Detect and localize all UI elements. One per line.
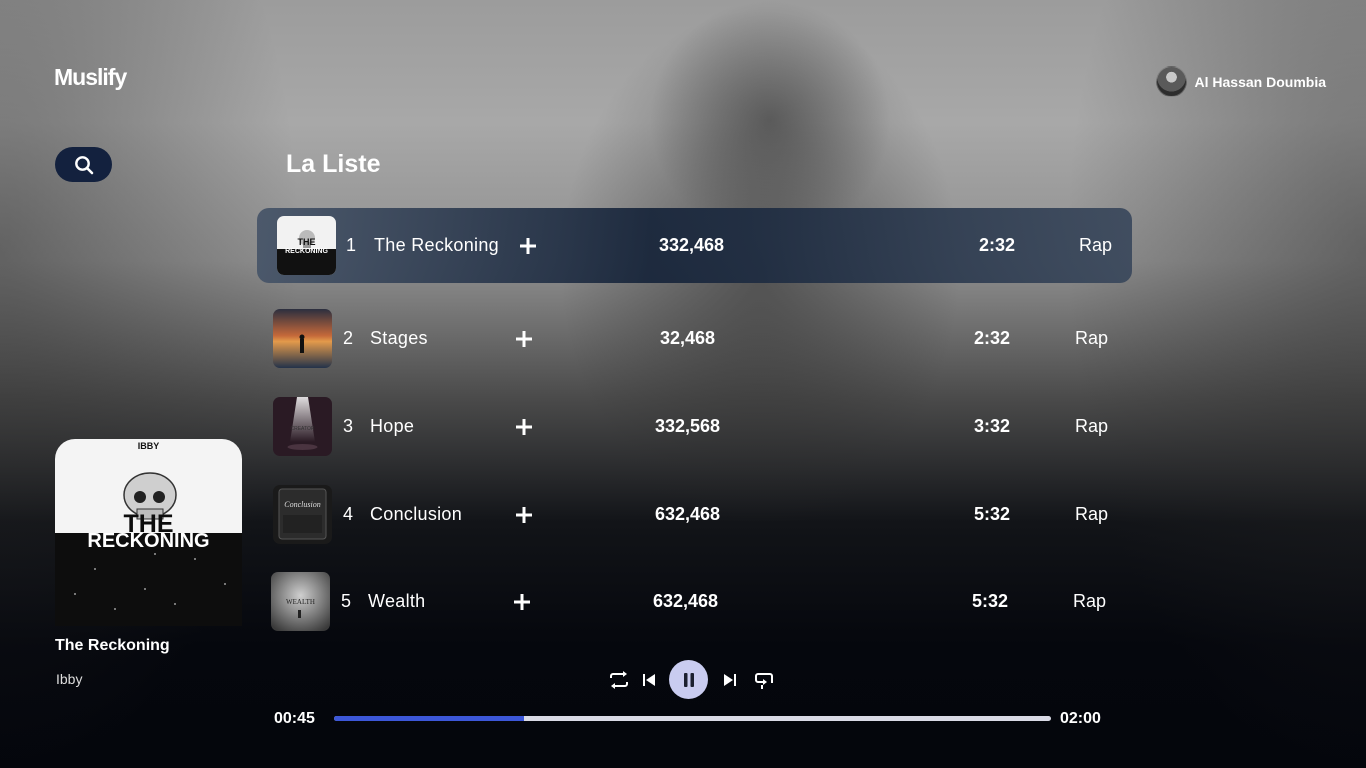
cover-text-wealth: WEALTH (286, 598, 315, 606)
cover-text-line2: RECKONING (285, 248, 328, 255)
track-genre: Rap (1079, 235, 1113, 255)
avatar[interactable] (1155, 66, 1187, 97)
now-cover-line2: RECKONING (87, 530, 209, 552)
app-logo[interactable]: Muslify (54, 64, 127, 91)
track-row-1[interactable]: THE RECKONING 1 The Reckoning 332,468 2:… (257, 208, 1132, 283)
now-cover-artist: IBBY (138, 441, 160, 451)
track-plays: 332,568 (655, 416, 721, 436)
next-button[interactable] (708, 660, 752, 699)
now-playing-cover[interactable]: IBBY THE RECKONING (55, 439, 242, 626)
add-icon[interactable] (515, 330, 533, 348)
user-menu[interactable]: Al Hassan Doumbia (1155, 66, 1326, 97)
page-title: La Liste (286, 150, 381, 178)
track-title[interactable]: Wealth (368, 591, 426, 612)
track-row-2[interactable]: 2 Stages 32,468 2:32 Rap (253, 301, 1128, 376)
track-row-4[interactable]: Conclusion 4 Conclusion 632,468 5:32 Rap (253, 477, 1128, 552)
previous-button[interactable] (632, 660, 666, 699)
cover-conclusion: Conclusion (273, 485, 332, 544)
background-vignette (0, 0, 1366, 768)
track-genre: Rap (1075, 328, 1109, 348)
track-duration: 5:32 (974, 504, 1011, 524)
elapsed-time: 00:45 (274, 710, 315, 727)
shuffle-button[interactable] (606, 660, 632, 699)
track-title[interactable]: The Reckoning (374, 235, 499, 256)
user-name: Al Hassan Doumbia (1194, 73, 1326, 90)
track-number: 5 (341, 591, 352, 611)
track-title[interactable]: Hope (370, 416, 414, 437)
track-title[interactable]: Stages (370, 328, 428, 349)
track-duration: 2:32 (979, 235, 1016, 255)
search-button[interactable] (55, 147, 112, 182)
repeat-icon (610, 670, 628, 689)
search-icon (74, 155, 93, 174)
track-genre: Rap (1075, 416, 1109, 436)
track-row-5[interactable]: WEALTH 5 Wealth 632,468 5:32 Rap (251, 564, 1126, 639)
track-title[interactable]: Conclusion (370, 504, 462, 525)
cover-text-hope: CREATOR (291, 426, 315, 432)
track-duration: 5:32 (972, 591, 1009, 611)
repeat-one-icon (755, 672, 773, 689)
progress-fill (334, 716, 524, 721)
cover-text-conclusion: Conclusion (284, 500, 320, 509)
track-duration: 3:32 (974, 416, 1011, 436)
skip-previous-icon (643, 673, 655, 686)
track-genre: Rap (1073, 591, 1107, 611)
track-plays: 632,468 (653, 591, 719, 611)
progress-bar[interactable] (334, 716, 1051, 721)
track-row-3[interactable]: CREATOR 3 Hope 332,568 3:32 Rap (253, 389, 1128, 464)
pause-button[interactable] (669, 660, 708, 699)
now-playing-title: The Reckoning (55, 637, 170, 654)
track-number: 1 (346, 235, 357, 255)
total-time: 02:00 (1060, 710, 1101, 727)
now-playing-artist[interactable]: Ibby (56, 671, 82, 687)
track-plays: 332,468 (659, 235, 725, 255)
cover-hope: CREATOR (273, 397, 332, 456)
track-plays: 32,468 (660, 328, 716, 348)
track-number: 4 (343, 504, 354, 524)
track-plays: 632,468 (655, 504, 721, 524)
track-number: 3 (343, 416, 354, 436)
add-icon[interactable] (519, 237, 537, 255)
cover-text-line1: THE (298, 237, 316, 247)
add-icon[interactable] (515, 418, 533, 436)
skip-next-icon (724, 673, 736, 686)
repeat-one-button[interactable] (752, 660, 776, 699)
player-controls (606, 660, 776, 699)
add-icon[interactable] (515, 506, 533, 524)
cover-wealth: WEALTH (271, 572, 330, 631)
cover-stages (273, 309, 332, 368)
add-icon[interactable] (513, 593, 531, 611)
cover-the-reckoning: THE RECKONING (277, 216, 336, 275)
track-number: 2 (343, 328, 354, 348)
track-duration: 2:32 (974, 328, 1011, 348)
track-genre: Rap (1075, 504, 1109, 524)
pause-icon (683, 672, 694, 687)
